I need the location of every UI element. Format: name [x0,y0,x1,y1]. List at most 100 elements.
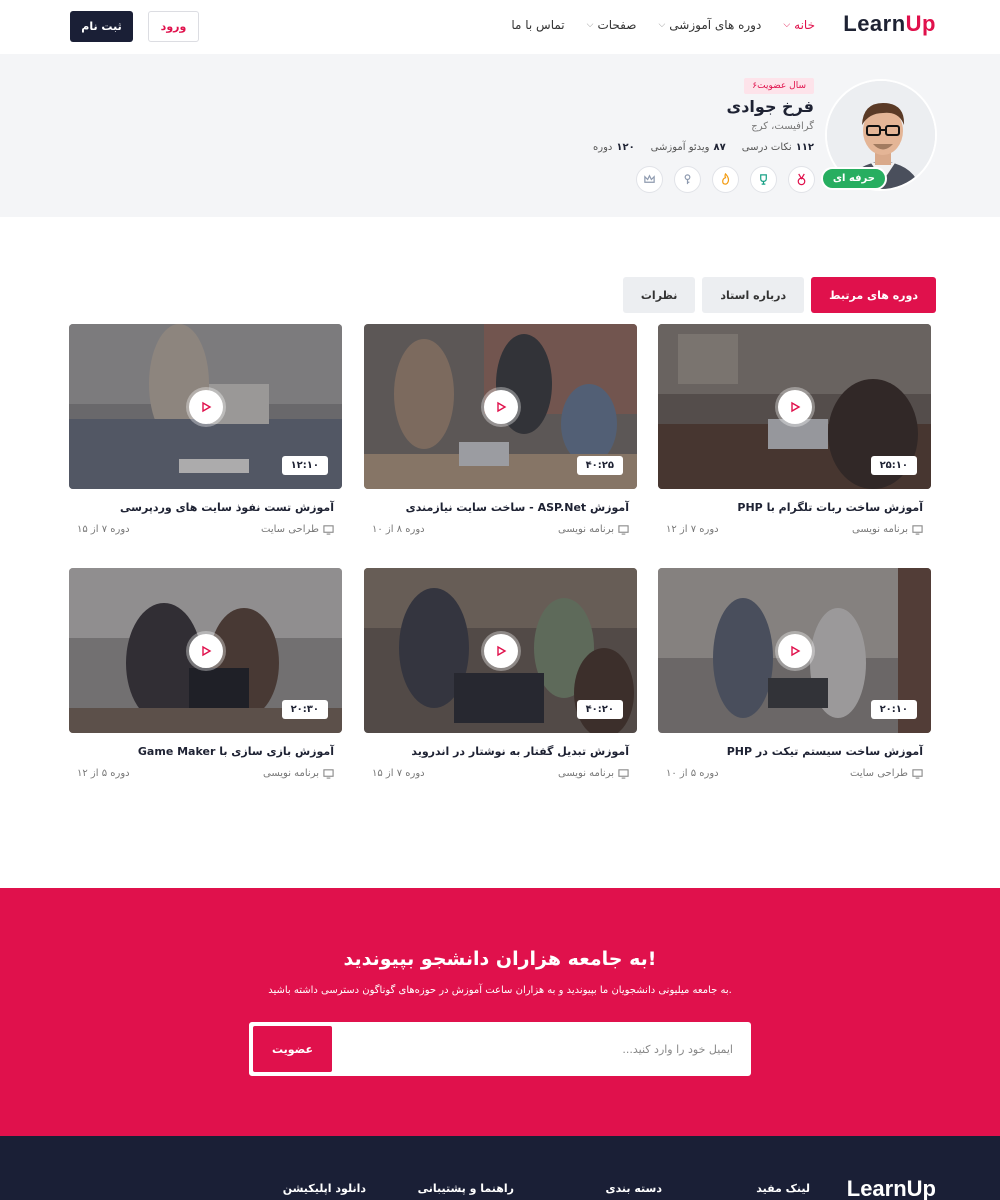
footer-heading-categories: دسته بندی [605,1182,662,1195]
course-category: برنامه نویسی [263,768,334,779]
course-card[interactable]: ۴۰:۲۵ آموزش ASP.Net - ساخت سایت نیازمندی… [364,324,637,535]
key-icon[interactable] [674,166,701,193]
play-icon[interactable] [777,633,812,668]
course-title[interactable]: آموزش تست نفوذ سایت های وردپرسی [69,501,342,514]
course-progress: دوره ۷ از ۱۵ [372,768,425,779]
course-title[interactable]: آموزش تبدیل گفتار به نوشتار در اندروید [364,745,637,758]
teacher-profile: حرفه ای ۶سال عضویت فرخ جوادی گرافیست، کر… [0,54,1000,217]
nav-item-pages[interactable]: صفحات ⌵ [587,18,637,32]
course-meta: طراحی سایت دوره ۷ از ۱۵ [69,524,342,535]
cta-subtitle: به جامعه میلیونی دانشجویان ما بپیوندید و… [268,985,732,996]
email-field[interactable] [333,1024,749,1074]
course-card[interactable]: ۲۵:۱۰ آموزش ساخت ربات تلگرام با PHP برنا… [658,324,931,535]
play-icon[interactable] [188,389,223,424]
logo-text-accent: Up [905,11,936,36]
course-meta: برنامه نویسی دوره ۷ از ۱۵ [364,768,637,779]
main-nav: خانه ⌵ دوره های آموزشی ⌵ صفحات ⌵ تماس با… [511,18,815,32]
trophy-icon[interactable] [750,166,777,193]
course-category: طراحی سایت [261,524,334,535]
course-duration: ۴۰:۲۰ [576,700,623,719]
footer-heading-links: لینک مفید [756,1182,810,1195]
site-footer: LearnUp لینک مفید دسته بندی راهنما و پشت… [0,1136,1000,1200]
course-card[interactable]: ۱۲:۱۰ آموزش تست نفوذ سایت های وردپرسی طر… [69,324,342,535]
course-thumbnail[interactable]: ۴۰:۲۵ [364,324,637,489]
monitor-icon [618,769,629,779]
monitor-icon [323,769,334,779]
course-progress: دوره ۵ از ۱۰ [666,768,719,779]
footer-columns: لینک مفید دسته بندی راهنما و پشتیبانی دا… [218,1182,810,1195]
footer-heading-app: دانلود اپلیکیشن [282,1182,366,1195]
play-icon[interactable] [777,389,812,424]
nav-item-courses[interactable]: دوره های آموزشی ⌵ [658,18,761,32]
subscribe-button[interactable]: عضویت [253,1026,332,1072]
stat-videos: ۸۷ویدئو آموزشی [650,142,726,153]
monitor-icon [618,525,629,535]
logo-text-main: Learn [843,11,906,36]
fire-icon[interactable] [712,166,739,193]
course-thumbnail[interactable]: ۲۵:۱۰ [658,324,931,489]
course-category: طراحی سایت [850,768,923,779]
course-duration: ۲۰:۱۰ [870,700,917,719]
footer-heading-support: راهنما و پشتیبانی [417,1182,514,1195]
medal-icon[interactable] [788,166,815,193]
course-title[interactable]: آموزش ساخت سیستم تیکت در PHP [658,745,931,758]
login-button[interactable]: ورود [148,11,199,42]
monitor-icon [323,525,334,535]
cta-title: به جامعه هزاران دانشجو بپیوندید! [343,948,657,970]
register-button[interactable]: ثبت نام [70,11,133,42]
course-card[interactable]: ۴۰:۲۰ آموزش تبدیل گفتار به نوشتار در اند… [364,568,637,779]
nav-label: خانه [794,18,815,32]
course-card[interactable]: ۲۰:۱۰ آموزش ساخت سیستم تیکت در PHP طراحی… [658,568,931,779]
course-duration: ۴۰:۲۵ [576,456,623,475]
site-logo[interactable]: LearnUp [843,11,936,37]
chevron-down-icon: ⌵ [783,20,791,30]
level-badge: حرفه ای [820,167,887,190]
play-icon[interactable] [483,633,518,668]
nav-item-home[interactable]: خانه ⌵ [783,18,815,32]
course-progress: دوره ۵ از ۱۲ [77,768,130,779]
newsletter-cta: به جامعه هزاران دانشجو بپیوندید! به جامع… [0,888,1000,1136]
footer-logo[interactable]: LearnUp [847,1176,936,1200]
teacher-stats: ۱۱۲نکات درسی ۸۷ویدئو آموزشی ۱۲۰دوره [593,142,814,153]
membership-badge: ۶سال عضویت [744,78,814,94]
tab-about-teacher[interactable]: درباره استاد [702,277,805,313]
course-progress: دوره ۷ از ۱۵ [77,524,130,535]
nav-label: دوره های آموزشی [669,18,762,32]
course-meta: برنامه نویسی دوره ۸ از ۱۰ [364,524,637,535]
profile-tabs: دوره های مرتبط درباره استاد نظرات [622,277,936,313]
nav-label: تماس با ما [511,18,565,32]
tab-comments[interactable]: نظرات [622,277,696,313]
subscribe-form: عضویت [249,1022,751,1076]
crown-icon[interactable] [636,166,663,193]
course-duration: ۱۲:۱۰ [281,456,328,475]
course-progress: دوره ۷ از ۱۲ [666,524,719,535]
course-title[interactable]: آموزش ASP.Net - ساخت سایت نیازمندی [364,501,637,514]
site-header: LearnUp خانه ⌵ دوره های آموزشی ⌵ صفحات ⌵… [0,0,1000,54]
course-meta: برنامه نویسی دوره ۵ از ۱۲ [69,768,342,779]
course-meta: برنامه نویسی دوره ۷ از ۱۲ [658,524,931,535]
nav-label: صفحات [597,18,637,32]
awards-list [636,166,815,193]
stat-courses: ۱۲۰دوره [593,142,635,153]
stat-lessons: ۱۱۲نکات درسی [741,142,814,153]
monitor-icon [912,525,923,535]
course-thumbnail[interactable]: ۲۰:۳۰ [69,568,342,733]
teacher-location: گرافیست، کرج [751,121,814,132]
course-title[interactable]: آموزش بازی سازی با Game Maker [69,745,342,758]
course-card[interactable]: ۲۰:۳۰ آموزش بازی سازی با Game Maker برنا… [69,568,342,779]
tab-related-courses[interactable]: دوره های مرتبط [811,277,936,313]
course-progress: دوره ۸ از ۱۰ [372,524,425,535]
play-icon[interactable] [188,633,223,668]
nav-item-contact[interactable]: تماس با ما [511,18,564,32]
monitor-icon [912,769,923,779]
course-thumbnail[interactable]: ۱۲:۱۰ [69,324,342,489]
course-category: برنامه نویسی [852,524,923,535]
course-title[interactable]: آموزش ساخت ربات تلگرام با PHP [658,501,931,514]
course-thumbnail[interactable]: ۴۰:۲۰ [364,568,637,733]
chevron-down-icon: ⌵ [586,20,594,30]
course-category: برنامه نویسی [558,768,629,779]
course-category: برنامه نویسی [558,524,629,535]
course-thumbnail[interactable]: ۲۰:۱۰ [658,568,931,733]
course-meta: طراحی سایت دوره ۵ از ۱۰ [658,768,931,779]
play-icon[interactable] [483,389,518,424]
